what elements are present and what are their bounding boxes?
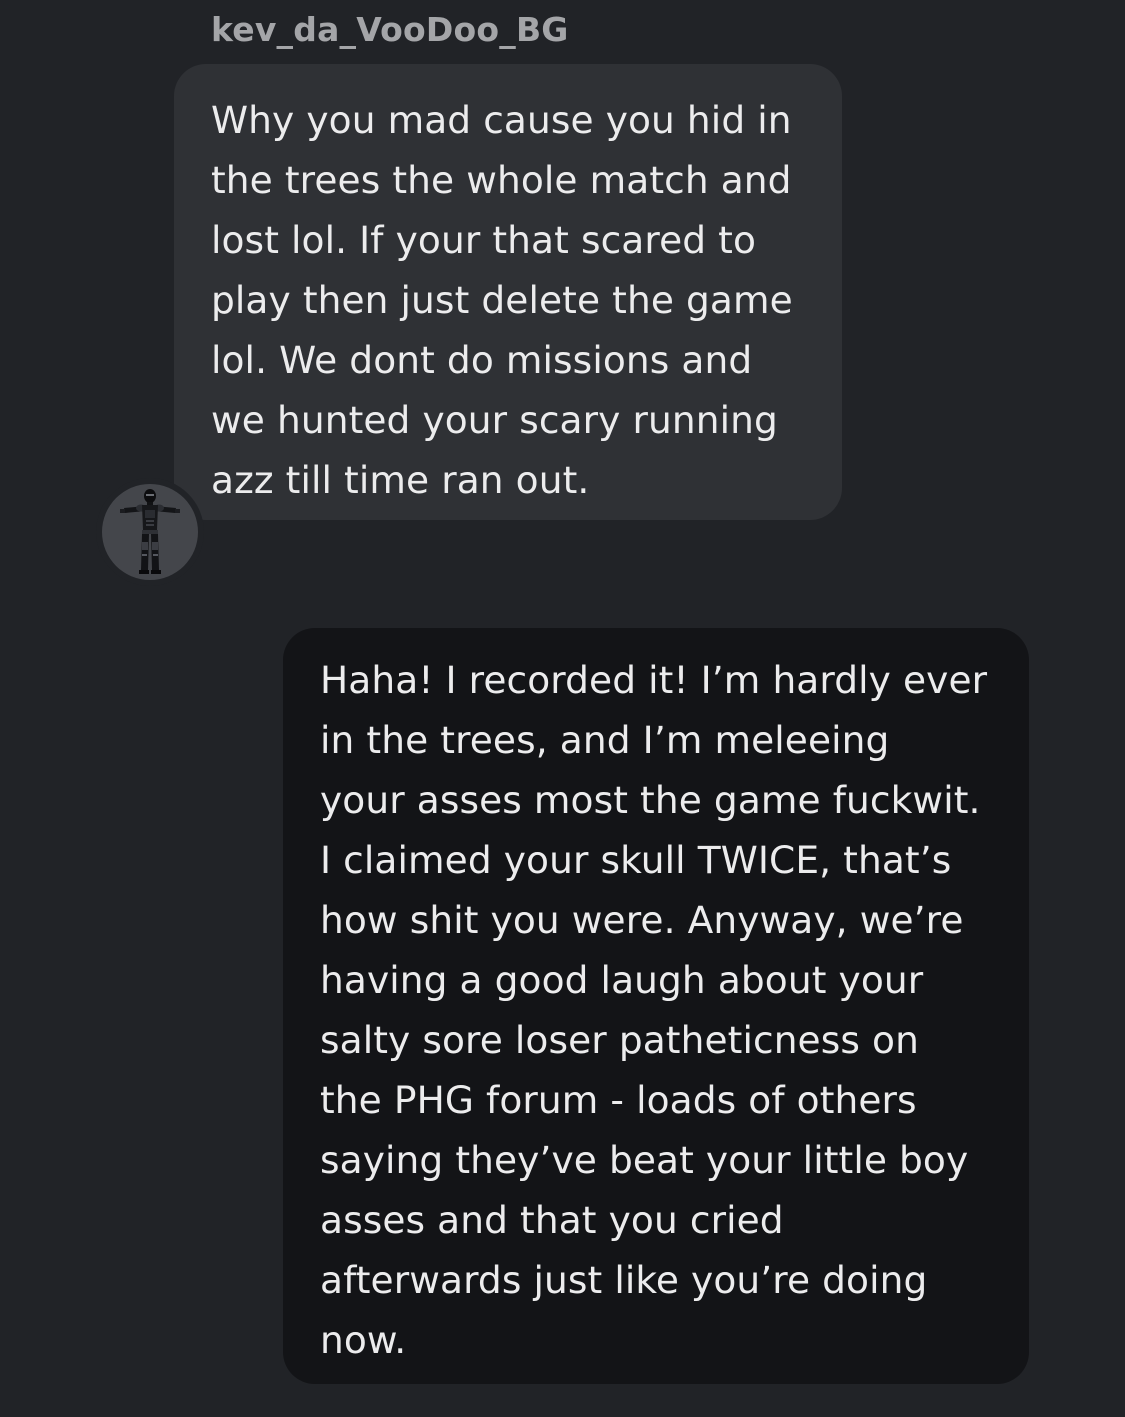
sender-name: kev_da_VooDoo_BG — [211, 10, 569, 49]
incoming-message-bubble[interactable]: Why you mad cause you hid in the trees t… — [174, 64, 842, 520]
avatar[interactable] — [102, 484, 198, 580]
armored-soldier-avatar-icon — [120, 489, 180, 574]
outgoing-message-bubble[interactable]: Haha! I recorded it! I’m hardly ever in … — [283, 628, 1029, 1384]
